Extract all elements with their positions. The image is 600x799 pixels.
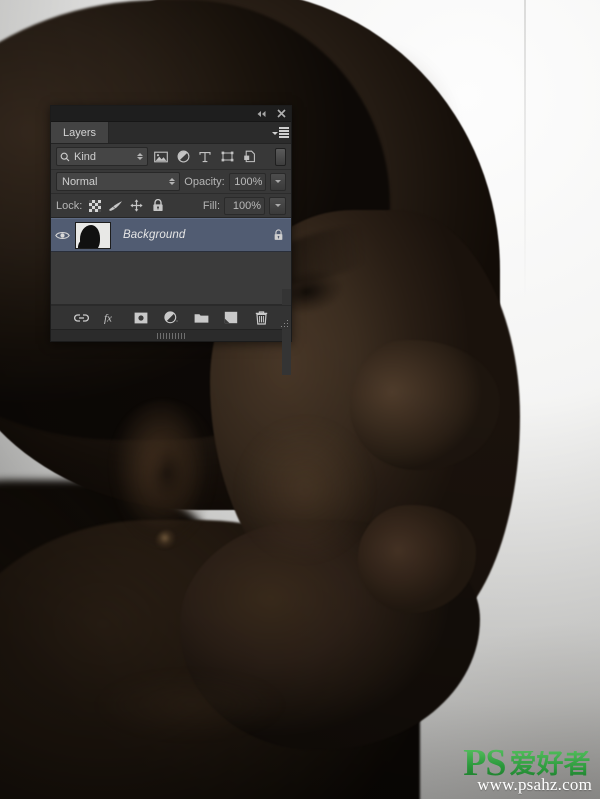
opacity-value: 100% — [234, 175, 263, 188]
padlock-icon[interactable] — [149, 197, 166, 214]
layer-filter-row[interactable]: Kind — [51, 144, 291, 170]
panel-menu-caret — [271, 131, 278, 135]
drag-grip-dots — [156, 332, 186, 339]
tab-layers[interactable]: Layers — [51, 122, 110, 143]
close-icon[interactable] — [275, 108, 287, 119]
link-icon[interactable] — [73, 309, 90, 326]
layer-list-scrollbar[interactable] — [282, 289, 291, 375]
earring — [156, 530, 178, 552]
layer-list-empty-area — [51, 252, 291, 304]
layers-panel[interactable]: Layers Kind Normal Opacity: 100% Lock: F… — [50, 105, 292, 375]
blend-mode-select[interactable]: Normal — [56, 172, 181, 191]
fill-input[interactable]: 100% — [224, 196, 265, 215]
panel-tabstrip[interactable]: Layers — [51, 122, 291, 144]
cheek-highlight — [210, 390, 400, 590]
tabstrip-filler — [109, 122, 269, 143]
trash-icon[interactable] — [253, 309, 270, 326]
screenshot-canvas: PS 爱好者 www.psahz.com Layers Kind Normal … — [0, 0, 600, 799]
filter-enable-toggle[interactable] — [275, 147, 286, 166]
layer-thumbnail[interactable] — [75, 221, 111, 249]
shape-icon[interactable] — [218, 148, 236, 166]
filter-kind-stepper[interactable] — [137, 153, 143, 160]
lock-label: Lock: — [56, 199, 83, 212]
panel-menu-icon[interactable] — [269, 122, 291, 143]
filter-kind-label: Kind — [74, 150, 97, 163]
move-arrows-icon[interactable] — [128, 197, 145, 214]
watermark-url: www.psahz.com — [477, 775, 592, 794]
fill-value: 100% — [232, 199, 261, 212]
fill-dropdown-arrow[interactable] — [269, 196, 286, 215]
opacity-label: Opacity: — [184, 175, 225, 188]
fx-icon[interactable]: fx — [103, 309, 120, 326]
new-layer-icon[interactable] — [223, 309, 240, 326]
table-row[interactable]: Background — [51, 218, 291, 252]
panel-resize-grip[interactable] — [279, 318, 288, 327]
layer-lock-icon[interactable] — [265, 229, 291, 241]
ear-inner-shadow — [138, 430, 196, 516]
panel-menu-lines — [278, 127, 289, 138]
panel-titlebar[interactable] — [51, 106, 291, 122]
svg-text:fx: fx — [104, 313, 112, 325]
adjustment-circle-icon[interactable] — [174, 148, 192, 166]
filter-kind-select[interactable]: Kind — [56, 147, 148, 166]
image-icon[interactable] — [152, 148, 170, 166]
panel-drag-grip[interactable] — [51, 329, 291, 341]
layer-name[interactable]: Background — [111, 229, 265, 241]
brush-icon[interactable] — [107, 197, 124, 214]
blend-opacity-row[interactable]: Normal Opacity: 100% — [51, 170, 291, 194]
collapse-icon[interactable] — [255, 108, 267, 119]
tab-layers-label: Layers — [63, 126, 97, 139]
opacity-dropdown-arrow[interactable] — [270, 172, 286, 191]
checkerboard-icon[interactable] — [86, 197, 103, 214]
eye-icon[interactable] — [51, 230, 73, 241]
search-icon — [60, 152, 70, 161]
folder-icon[interactable] — [193, 309, 210, 326]
collarbone-highlight — [60, 660, 320, 750]
opacity-input[interactable]: 100% — [228, 172, 267, 191]
half-circle-icon[interactable] — [163, 309, 180, 326]
layer-list[interactable]: Background — [51, 218, 291, 375]
panel-body: Kind Normal Opacity: 100% Lock: Fill: 10… — [51, 144, 291, 375]
blend-mode-value: Normal — [62, 175, 98, 188]
watermark: PS 爱好者 www.psahz.com — [463, 745, 592, 794]
lock-row[interactable]: Lock: Fill: 100% — [51, 194, 291, 218]
type-t-icon[interactable] — [196, 148, 214, 166]
smart-object-icon[interactable] — [240, 148, 258, 166]
panel-footer-toolbar[interactable]: fx — [51, 305, 291, 329]
blend-mode-stepper[interactable] — [169, 178, 176, 185]
fill-label: Fill: — [202, 199, 220, 212]
mask-icon[interactable] — [133, 309, 150, 326]
